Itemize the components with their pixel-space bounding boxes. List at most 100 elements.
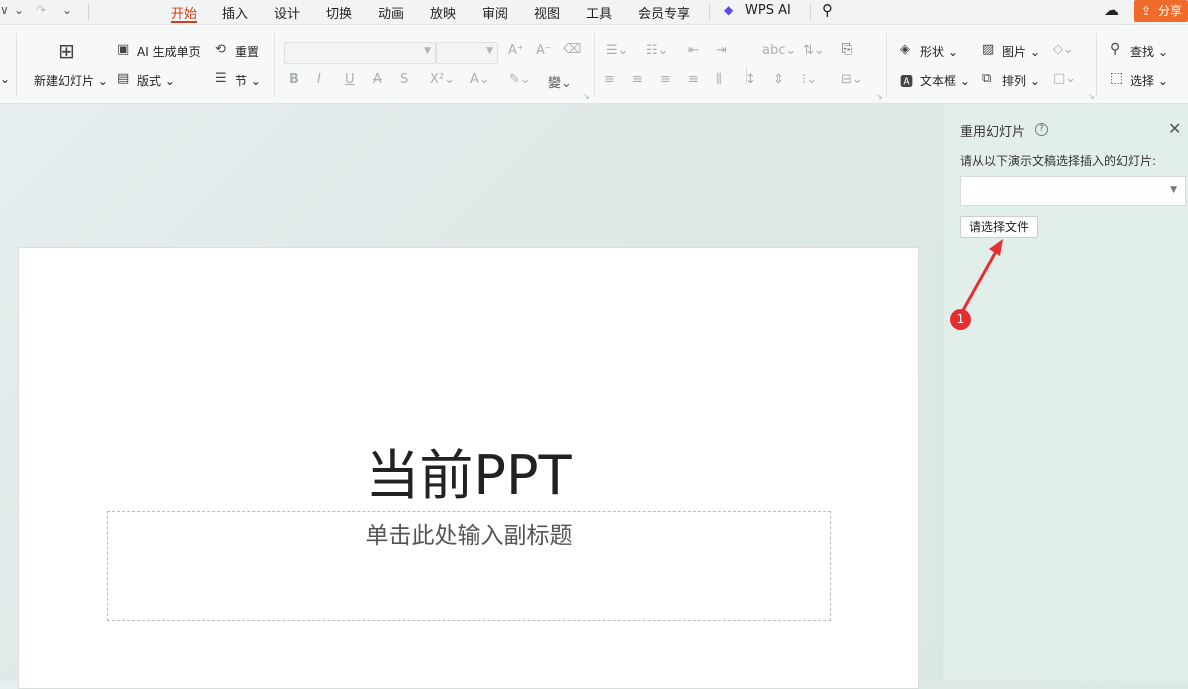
find-button[interactable]: 查找 ⌄ — [1130, 43, 1168, 60]
tab-design[interactable]: 设计 — [274, 3, 300, 22]
bullets-icon[interactable]: ☰⌄ — [606, 43, 629, 58]
share-button[interactable]: ⇪ 分享 — [1134, 0, 1188, 22]
tab-tools[interactable]: 工具 — [586, 3, 612, 22]
picture-icon: ▨ — [982, 42, 995, 57]
picture-label: 图片 — [1002, 45, 1027, 59]
font-name-combo[interactable]: ▼ — [284, 42, 436, 64]
bold-icon[interactable]: B — [289, 72, 299, 87]
close-icon[interactable]: ✕ — [1168, 119, 1181, 138]
drawing-dialog-launcher-icon[interactable]: ↘ — [1088, 92, 1095, 101]
subtitle-placeholder-box[interactable]: 单击此处输入副标题 — [107, 511, 831, 621]
menubar: ∨ ⌄ ↷ ⌄ 开始 插入 设计 切换 动画 放映 审阅 视图 工具 会员专享 … — [0, 0, 1188, 25]
redo-dropdown-icon[interactable]: ∨ — [0, 3, 9, 17]
cloud-upload-icon[interactable]: ☁ — [1104, 1, 1119, 19]
new-slide-icon[interactable]: ⊞ — [58, 39, 75, 63]
find-icon: ⚲ — [1110, 41, 1121, 57]
tab-review[interactable]: 审阅 — [482, 3, 508, 22]
section-icon: ☰ — [215, 71, 227, 86]
chevron-down-icon[interactable]: ⌄ — [0, 72, 10, 86]
choose-file-button[interactable]: 请选择文件 — [960, 216, 1038, 238]
text-direction-icon[interactable]: abc⌄ — [762, 43, 796, 58]
share-icon: ⇪ — [1141, 4, 1152, 18]
align-center-icon[interactable]: ≡ — [632, 72, 643, 87]
italic-icon[interactable]: I — [317, 72, 321, 87]
reset-button[interactable]: 重置 — [235, 43, 259, 60]
tab-slideshow[interactable]: 放映 — [430, 3, 456, 22]
font-color-icon[interactable]: A⌄ — [470, 72, 490, 87]
font-dialog-launcher-icon[interactable]: ↘ — [583, 92, 590, 101]
picture-button[interactable]: 图片 ⌄ — [1002, 43, 1040, 60]
ribbon: ⌄ ⊞ 新建幻灯片 ⌄ ▣ AI 生成单页 ▤ 版式 ⌄ ⟲ 重置 ☰ 节 ⌄ … — [0, 25, 1188, 104]
arrange-label: 排列 — [1002, 74, 1027, 88]
search-icon[interactable]: ⚲ — [822, 1, 833, 19]
panel-instruction-label: 请从以下演示文稿选择插入的幻灯片: — [960, 154, 1157, 168]
tab-home[interactable]: 开始 — [171, 3, 197, 22]
numbering-icon[interactable]: ☷⌄ — [646, 43, 669, 58]
wps-ai-logo-icon: ◆ — [724, 3, 734, 17]
column-icon[interactable]: ⁝⌄ — [802, 72, 817, 87]
highlight-icon[interactable]: ✎⌄ — [509, 72, 531, 87]
distribute-icon[interactable]: ⫼ — [716, 72, 722, 87]
arrange-button[interactable]: 排列 ⌄ — [1002, 72, 1040, 89]
outline-icon[interactable]: □⌄ — [1053, 71, 1076, 86]
increase-font-icon[interactable]: A⁺ — [508, 43, 524, 58]
slide-canvas[interactable]: 当前PPT 单击此处输入副标题 — [18, 247, 919, 689]
decrease-indent-icon[interactable]: ⇤ — [688, 43, 699, 58]
divider — [88, 4, 89, 20]
tab-view[interactable]: 视图 — [534, 3, 560, 22]
divider — [886, 33, 887, 97]
help-icon[interactable]: ? — [1035, 123, 1048, 136]
font-size-combo[interactable]: ▼ — [436, 42, 498, 64]
align-right-icon[interactable]: ≡ — [660, 72, 671, 87]
tab-insert[interactable]: 插入 — [222, 3, 248, 22]
convert-icon[interactable]: ⎘ — [842, 42, 852, 57]
shape-label: 形状 — [920, 45, 945, 59]
chevron-down-icon: ▼ — [424, 46, 431, 56]
divider — [594, 33, 595, 97]
tab-member[interactable]: 会员专享 — [638, 3, 690, 22]
presentation-select[interactable]: ▼ — [960, 176, 1186, 206]
section-button[interactable]: 节 ⌄ — [235, 72, 261, 89]
fill-icon[interactable]: ◇⌄ — [1053, 42, 1074, 57]
clear-format-icon[interactable]: ⌫ — [563, 42, 581, 57]
phonetic-icon[interactable]: 變⌄ — [548, 72, 572, 91]
share-label: 分享 — [1158, 4, 1183, 18]
layout-button[interactable]: 版式 ⌄ — [137, 72, 175, 89]
ai-single-page-button[interactable]: AI 生成单页 — [137, 43, 201, 60]
justify-icon[interactable]: ≡ — [688, 72, 699, 87]
shape-icon: ◈ — [900, 42, 910, 57]
tab-animation[interactable]: 动画 — [378, 3, 404, 22]
panel-title: 重用幻灯片 — [960, 125, 1026, 140]
chevron-down-icon: ▼ — [1170, 185, 1177, 195]
shape-button[interactable]: 形状 ⌄ — [920, 43, 958, 60]
tab-wps-ai[interactable]: WPS AI — [745, 3, 791, 18]
underline-icon[interactable]: U — [345, 72, 355, 87]
align-left-icon[interactable]: ≡ — [604, 72, 615, 87]
new-slide-button[interactable]: 新建幻灯片 ⌄ — [34, 72, 108, 89]
select-button[interactable]: 选择 ⌄ — [1130, 72, 1168, 89]
layout-icon: ▤ — [117, 71, 130, 86]
sort-icon[interactable]: ⇅⌄ — [803, 43, 825, 58]
slide-title[interactable]: 当前PPT — [19, 431, 918, 510]
strikethrough-icon[interactable]: A — [373, 72, 382, 87]
tab-transition[interactable]: 切换 — [326, 3, 352, 22]
customize-quick-access-icon[interactable]: ⌄ — [62, 3, 72, 17]
paragraph-spacing-icon[interactable]: ⇕ — [773, 72, 784, 87]
textbox-button[interactable]: 文本框 ⌄ — [920, 72, 970, 89]
increase-indent-icon[interactable]: ⇥ — [716, 43, 727, 58]
text-align-box-icon[interactable]: ⊟⌄ — [841, 72, 863, 87]
decrease-font-icon[interactable]: A⁻ — [536, 43, 552, 58]
select-icon: ⬚ — [1110, 70, 1124, 86]
textbox-icon: 🅰 — [900, 75, 914, 90]
paragraph-dialog-launcher-icon[interactable]: ↘ — [876, 92, 883, 101]
superscript-icon[interactable]: X²⌄ — [430, 72, 455, 87]
ai-page-icon: ▣ — [117, 42, 130, 57]
section-label: 节 — [235, 74, 248, 88]
annotation-badge: 1 — [950, 309, 971, 330]
shadow-text-icon[interactable]: S — [400, 72, 408, 87]
redo-icon[interactable]: ↷ — [36, 3, 46, 17]
textbox-label: 文本框 — [920, 74, 957, 88]
line-spacing-icon[interactable]: ↕ — [745, 72, 756, 87]
chevron-down-icon[interactable]: ⌄ — [14, 3, 24, 17]
divider — [810, 4, 811, 20]
